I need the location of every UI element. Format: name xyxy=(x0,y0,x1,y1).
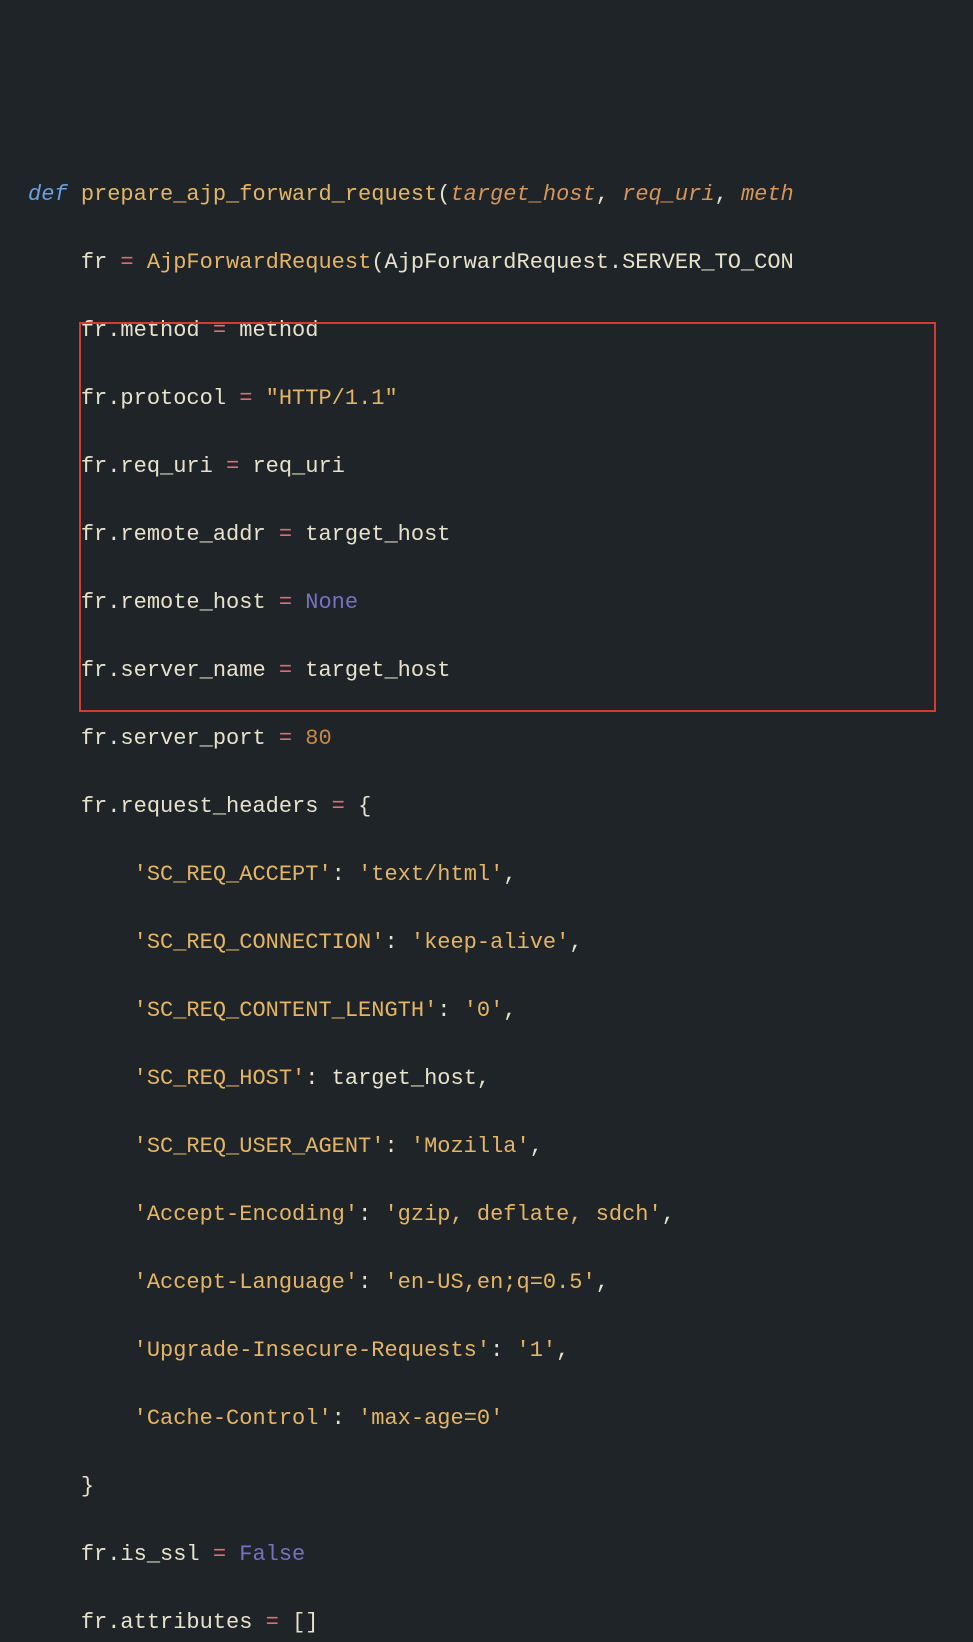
code-line: 'SC_REQ_CONTENT_LENGTH': '0', xyxy=(0,994,973,1028)
code-line: fr.server_name = target_host xyxy=(0,654,973,688)
code-line: fr.protocol = "HTTP/1.1" xyxy=(0,382,973,416)
code-line: 'SC_REQ_CONNECTION': 'keep-alive', xyxy=(0,926,973,960)
code-line: 'SC_REQ_USER_AGENT': 'Mozilla', xyxy=(0,1130,973,1164)
code-line: fr.is_ssl = False xyxy=(0,1538,973,1572)
param: meth xyxy=(741,182,794,207)
code-line: fr.server_port = 80 xyxy=(0,722,973,756)
code-line: fr.request_headers = { xyxy=(0,790,973,824)
keyword-def: def xyxy=(28,182,68,207)
code-line: 'Accept-Encoding': 'gzip, deflate, sdch'… xyxy=(0,1198,973,1232)
code-line: fr.attributes = [] xyxy=(0,1606,973,1640)
code-line: 'SC_REQ_ACCEPT': 'text/html', xyxy=(0,858,973,892)
code-line: fr.method = method xyxy=(0,314,973,348)
param: target_host xyxy=(450,182,595,207)
code-line: fr.remote_addr = target_host xyxy=(0,518,973,552)
param: req_uri xyxy=(622,182,714,207)
code-line: fr.req_uri = req_uri xyxy=(0,450,973,484)
code-line: 'Cache-Control': 'max-age=0' xyxy=(0,1402,973,1436)
code-line: fr = AjpForwardRequest(AjpForwardRequest… xyxy=(0,246,973,280)
code-line: fr.remote_host = None xyxy=(0,586,973,620)
code-line: 'Accept-Language': 'en-US,en;q=0.5', xyxy=(0,1266,973,1300)
code-line: def prepare_ajp_forward_request(target_h… xyxy=(0,178,973,212)
code-line: 'Upgrade-Insecure-Requests': '1', xyxy=(0,1334,973,1368)
code-line: 'SC_REQ_HOST': target_host, xyxy=(0,1062,973,1096)
code-line: } xyxy=(0,1470,973,1504)
code-block: def prepare_ajp_forward_request(target_h… xyxy=(0,144,973,1642)
function-name: prepare_ajp_forward_request xyxy=(81,182,437,207)
